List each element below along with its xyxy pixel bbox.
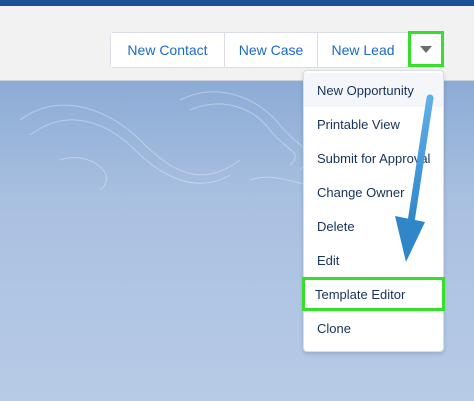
chevron-down-icon — [420, 45, 432, 53]
header-action-buttons: New Contact New Case New Lead — [110, 32, 410, 68]
more-actions-button[interactable] — [408, 31, 444, 67]
menu-item-printable-view[interactable]: Printable View — [304, 107, 443, 141]
menu-item-submit-for-approval[interactable]: Submit for Approval — [304, 141, 443, 175]
new-lead-button[interactable]: New Lead — [318, 33, 409, 67]
new-contact-button[interactable]: New Contact — [111, 33, 225, 67]
menu-item-clone[interactable]: Clone — [304, 311, 443, 345]
new-case-button[interactable]: New Case — [225, 33, 318, 67]
menu-item-delete[interactable]: Delete — [304, 209, 443, 243]
menu-item-new-opportunity[interactable]: New Opportunity — [304, 73, 443, 107]
more-actions-menu: New Opportunity Printable View Submit fo… — [302, 70, 445, 352]
menu-item-template-editor[interactable]: Template Editor — [302, 277, 445, 311]
menu-item-edit[interactable]: Edit — [304, 243, 443, 277]
menu-item-change-owner[interactable]: Change Owner — [304, 175, 443, 209]
